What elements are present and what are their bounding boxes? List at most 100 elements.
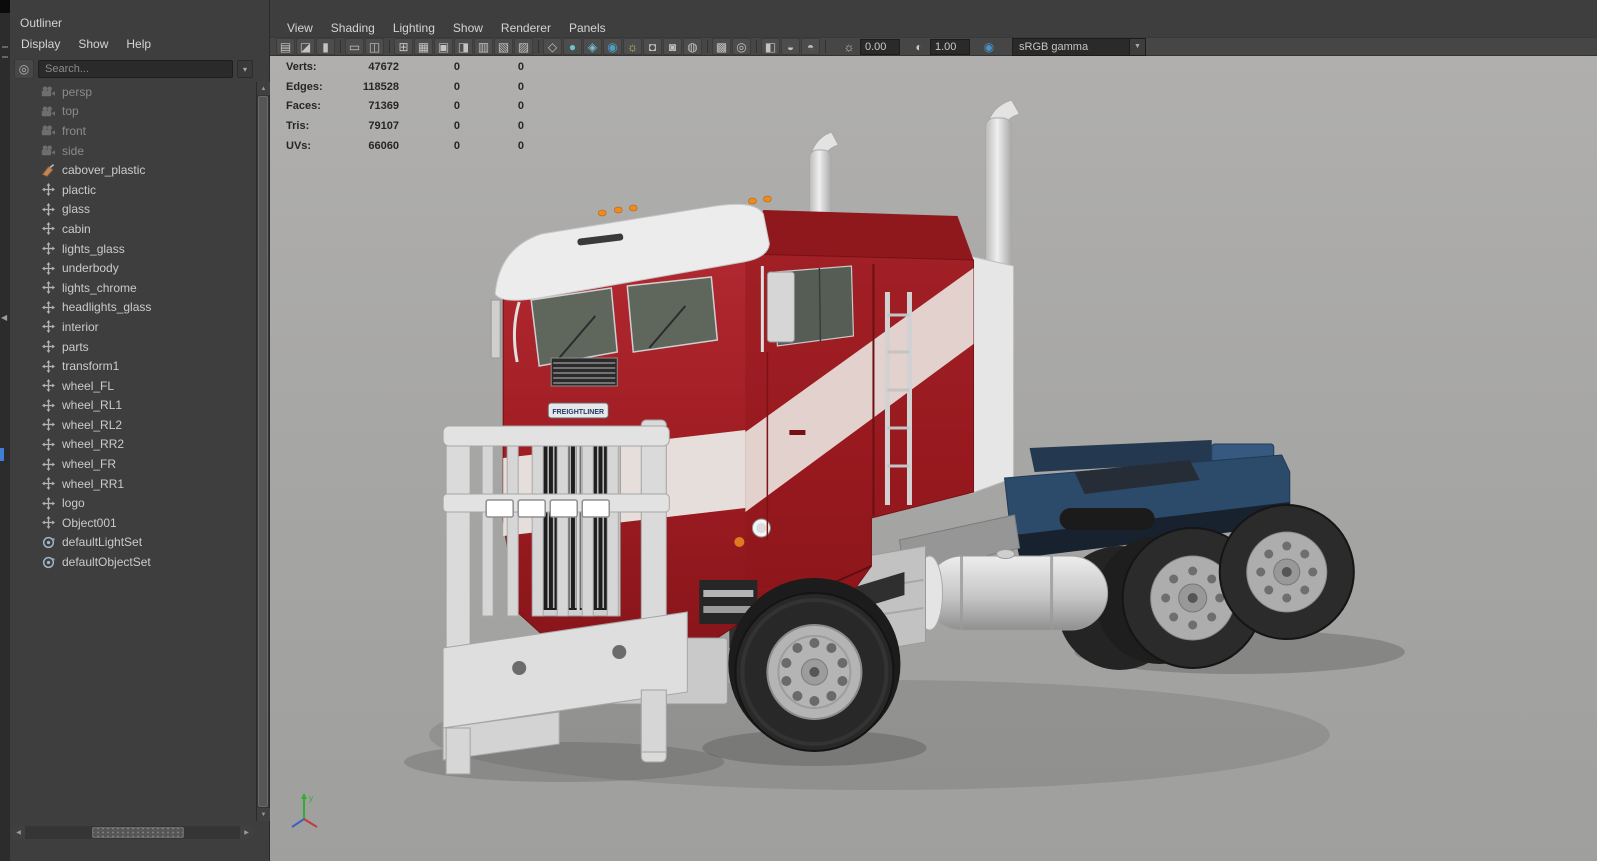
hud-stats: Verts: 47672 0 0 Edges: 118528 0 0 Faces: 71369 0 0… <box>286 57 524 155</box>
scroll-up-arrow-icon[interactable]: ▲ <box>257 82 270 95</box>
horizontal-scroll-thumb[interactable] <box>92 827 184 838</box>
outliner-item-persp[interactable]: persp <box>10 82 255 102</box>
outliner-item-side[interactable]: side <box>10 141 255 161</box>
outliner-item-wheel_FL[interactable]: wheel_FL <box>10 376 255 396</box>
use-all-lights-icon[interactable]: ☼ <box>623 38 642 55</box>
outliner-item-headlights_glass[interactable]: headlights_glass <box>10 298 255 318</box>
exposure-field[interactable] <box>860 38 900 55</box>
bookmarks-icon[interactable]: ▮ <box>316 38 335 55</box>
safe-title-icon[interactable]: ▨ <box>514 38 533 55</box>
bounding-box-icon[interactable]: ◈ <box>583 38 602 55</box>
outliner-item-logo[interactable]: logo <box>10 493 255 513</box>
outliner-item-label: wheel_RR1 <box>62 476 125 491</box>
grid-icon[interactable]: ⊞ <box>394 38 413 55</box>
viewport-menu-show[interactable]: Show <box>444 19 492 37</box>
grille-badge-text: FREIGHTLINER <box>552 409 604 416</box>
outliner-item-plactic[interactable]: plactic <box>10 180 255 200</box>
outliner-item-transform1[interactable]: transform1 <box>10 356 255 376</box>
wireframe-icon[interactable]: ◇ <box>543 38 562 55</box>
outliner-item-label: wheel_RL2 <box>62 417 123 432</box>
2d-pan-zoom-icon[interactable]: ◫ <box>365 38 384 55</box>
outliner-item-wheel_RL2[interactable]: wheel_RL2 <box>10 415 255 435</box>
outliner-item-top[interactable]: top <box>10 102 255 122</box>
toolbar-separator <box>756 40 757 53</box>
outliner-item-label: transform1 <box>62 359 120 374</box>
outliner-item-cabin[interactable]: cabin <box>10 219 255 239</box>
toolbar-separator <box>538 40 539 53</box>
hud-label: Verts: <box>286 60 317 73</box>
viewport-menu-lighting[interactable]: Lighting <box>384 19 444 37</box>
hud-v1: 118528 <box>362 80 399 93</box>
view-transform-dropdown-arrow-icon[interactable]: ▼ <box>1130 37 1146 56</box>
ambient-occlusion-icon[interactable]: ◙ <box>663 38 682 55</box>
joint-xray-icon[interactable]: ◓ <box>801 38 820 55</box>
outliner-item-cabover_plastic[interactable]: cabover_plastic <box>10 160 255 180</box>
multisample-icon[interactable]: ▩ <box>712 38 731 55</box>
outliner-item-Object001[interactable]: Object001 <box>10 513 255 533</box>
hud-label: Edges: <box>286 80 323 93</box>
film-gate-icon[interactable]: ▦ <box>414 38 433 55</box>
viewport-menu-view[interactable]: View <box>278 19 322 37</box>
outliner-vertical-scrollbar[interactable]: ▲ ▼ <box>256 82 270 821</box>
outliner-item-defaultLightSet[interactable]: defaultLightSet <box>10 533 255 553</box>
outliner-item-wheel_RL1[interactable]: wheel_RL1 <box>10 396 255 416</box>
camera-attributes-icon[interactable]: ◪ <box>296 38 315 55</box>
hud-row-verts: Verts: 47672 0 0 <box>286 57 524 77</box>
truck-model[interactable]: FREIGHTLINER <box>270 56 1597 861</box>
outliner-menu-help[interactable]: Help <box>117 35 160 53</box>
hud-v2: 0 <box>453 139 460 152</box>
shadows-icon[interactable]: ◘ <box>643 38 662 55</box>
gate-mask-icon[interactable]: ◨ <box>454 38 473 55</box>
safe-action-icon[interactable]: ▧ <box>494 38 513 55</box>
select-camera-icon[interactable]: ▤ <box>276 38 295 55</box>
textured-icon[interactable]: ◉ <box>603 38 622 55</box>
set-icon <box>40 536 56 549</box>
outliner-search-input[interactable] <box>38 60 233 78</box>
hud-label: Faces: <box>286 100 321 113</box>
contrast-icon[interactable]: ◐ <box>910 38 928 55</box>
outliner-item-label: cabover_plastic <box>62 163 146 178</box>
view-transform-dropdown[interactable]: sRGB gamma <box>1012 37 1130 56</box>
xray-icon[interactable]: ◒ <box>781 38 800 55</box>
outliner-item-glass[interactable]: glass <box>10 200 255 220</box>
viewport-menu-panels[interactable]: Panels <box>560 19 615 37</box>
depth-of-field-icon[interactable]: ◎ <box>732 38 751 55</box>
field-chart-icon[interactable]: ▥ <box>474 38 493 55</box>
isolate-select-icon[interactable]: ◧ <box>761 38 780 55</box>
outliner-horizontal-scrollbar[interactable]: ◀ ▶ <box>12 826 253 839</box>
viewport-menu-shading[interactable]: Shading <box>322 19 384 37</box>
camera-icon <box>40 86 56 97</box>
smooth-shade-icon[interactable]: ● <box>563 38 582 55</box>
viewport-canvas[interactable]: FREIGHTLINER Verts: 47672 0 0 Edges: 118… <box>270 56 1597 861</box>
outliner-item-defaultObjectSet[interactable]: defaultObjectSet <box>10 552 255 572</box>
transform-icon <box>40 359 56 373</box>
outliner-filter-icon[interactable]: ◎ <box>14 59 34 79</box>
outliner-item-wheel_RR1[interactable]: wheel_RR1 <box>10 474 255 494</box>
toolbar-separator <box>389 40 390 53</box>
scroll-right-arrow-icon[interactable]: ▶ <box>240 826 253 839</box>
outliner-item-lights_glass[interactable]: lights_glass <box>10 239 255 259</box>
transform-icon <box>40 516 56 530</box>
panel-collapse-arrow-icon[interactable]: ◀ <box>1 314 7 322</box>
outliner-item-parts[interactable]: parts <box>10 337 255 357</box>
scroll-left-arrow-icon[interactable]: ◀ <box>12 826 25 839</box>
outliner-item-lights_chrome[interactable]: lights_chrome <box>10 278 255 298</box>
outliner-item-wheel_FR[interactable]: wheel_FR <box>10 454 255 474</box>
gamma-field[interactable] <box>930 38 970 55</box>
vertical-scroll-thumb[interactable] <box>258 96 268 807</box>
scroll-down-arrow-icon[interactable]: ▼ <box>257 808 270 821</box>
search-dropdown-arrow-icon[interactable]: ▾ <box>237 60 253 78</box>
image-plane-icon[interactable]: ▭ <box>345 38 364 55</box>
outliner-item-wheel_RR2[interactable]: wheel_RR2 <box>10 435 255 455</box>
outliner-menu-display[interactable]: Display <box>12 35 69 53</box>
exposure-icon[interactable]: ☼ <box>840 38 858 55</box>
resolution-gate-icon[interactable]: ▣ <box>434 38 453 55</box>
color-management-icon[interactable]: ◉ <box>980 38 998 55</box>
outliner-item-underbody[interactable]: underbody <box>10 258 255 278</box>
outliner-item-interior[interactable]: interior <box>10 317 255 337</box>
motion-blur-icon[interactable]: ◍ <box>683 38 702 55</box>
panel-grip-icon[interactable] <box>2 46 8 58</box>
outliner-item-front[interactable]: front <box>10 121 255 141</box>
outliner-menu-show[interactable]: Show <box>69 35 117 53</box>
viewport-menu-renderer[interactable]: Renderer <box>492 19 560 37</box>
